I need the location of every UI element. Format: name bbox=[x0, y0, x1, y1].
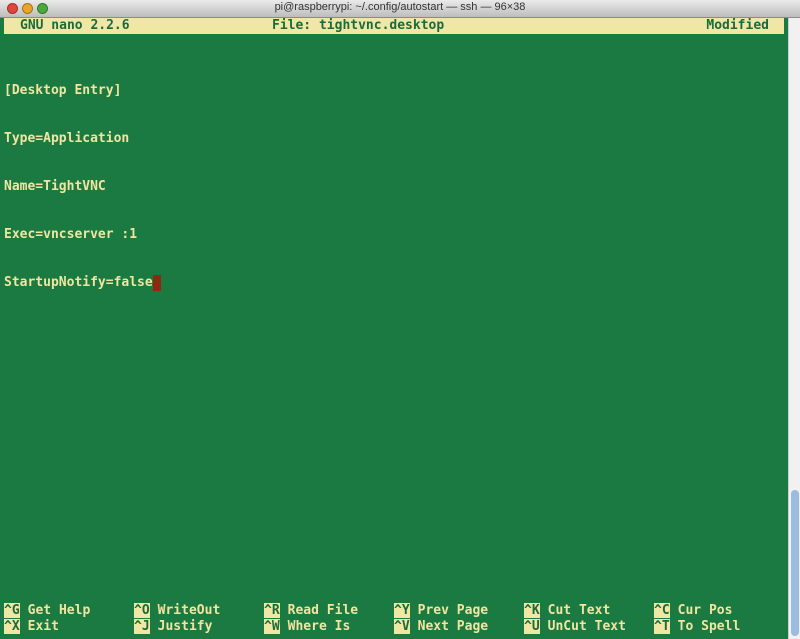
text-cursor bbox=[152, 275, 161, 291]
shortcut-key: ^R bbox=[264, 603, 280, 618]
shortcut-label: UnCut Text bbox=[547, 619, 626, 634]
shortcut-key: ^T bbox=[654, 619, 670, 634]
shortcut-key: ^W bbox=[264, 619, 280, 634]
shortcut-cut-text[interactable]: ^K Cut Text bbox=[524, 603, 610, 619]
shortcut-to-spell[interactable]: ^T To Spell bbox=[654, 619, 740, 635]
shortcut-label: Cut Text bbox=[547, 603, 611, 618]
shortcut-get-help[interactable]: ^G Get Help bbox=[4, 603, 90, 619]
shortcut-exit[interactable]: ^X Exit bbox=[4, 619, 59, 635]
shortcut-label: WriteOut bbox=[157, 603, 221, 618]
shortcut-key: ^X bbox=[4, 619, 20, 634]
shortcut-label: Justify bbox=[157, 619, 213, 634]
nano-status-bar: GNU nano 2.2.6 File: tightvnc.desktop Mo… bbox=[4, 18, 784, 34]
shortcut-key: ^U bbox=[524, 619, 540, 634]
shortcut-key: ^O bbox=[134, 603, 150, 618]
shortcut-label: Where Is bbox=[287, 619, 351, 634]
shortcut-key: ^V bbox=[394, 619, 410, 634]
shortcut-key: ^Y bbox=[394, 603, 410, 618]
editor-line[interactable]: Type=Application bbox=[4, 131, 161, 147]
shortcut-key: ^J bbox=[134, 619, 150, 634]
shortcut-uncut-text[interactable]: ^U UnCut Text bbox=[524, 619, 626, 635]
shortcut-key: ^C bbox=[654, 603, 670, 618]
editor-text[interactable]: [Desktop Entry] Type=Application Name=Ti… bbox=[4, 51, 161, 323]
shortcut-label: To Spell bbox=[677, 619, 741, 634]
shortcut-cur-pos[interactable]: ^C Cur Pos bbox=[654, 603, 732, 619]
file-name: File: tightvnc.desktop bbox=[272, 18, 445, 33]
editor-line[interactable]: Exec=vncserver :1 bbox=[4, 227, 161, 243]
shortcut-read-file[interactable]: ^R Read File bbox=[264, 603, 358, 619]
shortcut-label: Get Help bbox=[27, 603, 91, 618]
shortcut-label: Next Page bbox=[417, 619, 489, 634]
scrollbar-thumb[interactable] bbox=[791, 490, 799, 636]
nano-version: GNU nano 2.2.6 bbox=[20, 18, 130, 33]
shortcut-key: ^G bbox=[4, 603, 20, 618]
shortcut-next-page[interactable]: ^V Next Page bbox=[394, 619, 488, 635]
shortcut-label: Prev Page bbox=[417, 603, 489, 618]
shortcut-key: ^K bbox=[524, 603, 540, 618]
modified-status: Modified bbox=[706, 18, 769, 33]
editor-line-text[interactable]: StartupNotify=false bbox=[4, 275, 153, 290]
window-title: pi@raspberrypi: ~/.config/autostart — ss… bbox=[274, 1, 526, 13]
terminal-area[interactable]: GNU nano 2.2.6 File: tightvnc.desktop Mo… bbox=[0, 18, 788, 639]
editor-line[interactable]: [Desktop Entry] bbox=[4, 83, 161, 99]
terminal-window: pi@raspberrypi: ~/.config/autostart — ss… bbox=[0, 0, 800, 639]
shortcut-label: Exit bbox=[27, 619, 59, 634]
editor-line[interactable]: Name=TightVNC bbox=[4, 179, 161, 195]
shortcut-label: Cur Pos bbox=[677, 603, 733, 618]
vertical-scrollbar[interactable] bbox=[788, 18, 800, 639]
shortcut-justify[interactable]: ^J Justify bbox=[134, 619, 212, 635]
title-bar[interactable]: pi@raspberrypi: ~/.config/autostart — ss… bbox=[0, 0, 800, 18]
shortcut-writeout[interactable]: ^O WriteOut bbox=[134, 603, 220, 619]
shortcut-label: Read File bbox=[287, 603, 359, 618]
editor-line-current[interactable]: StartupNotify=false bbox=[4, 275, 161, 291]
shortcut-prev-page[interactable]: ^Y Prev Page bbox=[394, 603, 488, 619]
shortcut-where-is[interactable]: ^W Where Is bbox=[264, 619, 350, 635]
